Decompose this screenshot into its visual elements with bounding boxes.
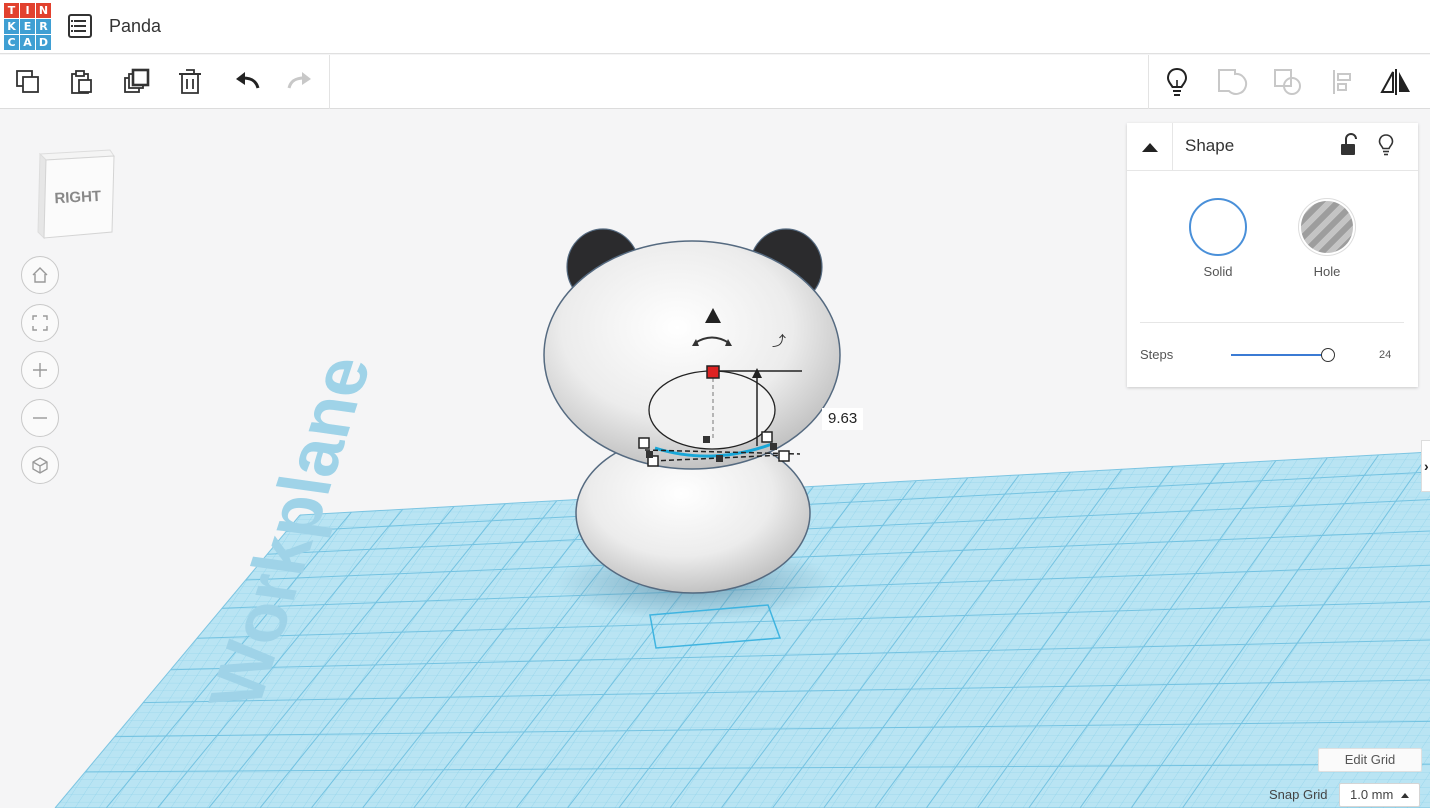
solid-option[interactable]: [1189, 198, 1247, 256]
toolbar: [0, 55, 1430, 109]
logo-letter: D: [36, 35, 51, 50]
ungroup-icon[interactable]: [1270, 64, 1306, 100]
logo-letter: R: [36, 19, 51, 34]
home-view-icon[interactable]: [21, 256, 59, 294]
logo-letter: N: [36, 3, 51, 18]
panel-title: Shape: [1185, 136, 1235, 155]
logo-letter: A: [20, 35, 35, 50]
logo-letter: C: [4, 35, 19, 50]
visibility-lightbulb-icon[interactable]: [1377, 133, 1395, 157]
height-dimension-input[interactable]: 9.63: [822, 408, 864, 430]
design-title[interactable]: Panda: [109, 16, 161, 37]
caret-up-icon: [1401, 793, 1409, 798]
view-cube[interactable]: RIGHT: [36, 146, 116, 242]
logo-letter: I: [20, 3, 35, 18]
solid-label: Solid: [1203, 264, 1233, 279]
view-cube-face-label: RIGHT: [54, 188, 101, 207]
logo-letter: T: [4, 3, 19, 18]
lock-icon[interactable]: [1339, 133, 1359, 157]
steps-label: Steps: [1140, 347, 1174, 362]
undo-icon[interactable]: [229, 64, 265, 100]
designs-list-button[interactable]: [68, 14, 92, 38]
logo-letter: K: [4, 19, 19, 34]
top-bar: TIN KER CAD Panda: [0, 0, 1430, 54]
steps-value[interactable]: 24: [1379, 349, 1391, 361]
logo-letter: E: [20, 19, 35, 34]
steps-slider-handle[interactable]: [1321, 348, 1335, 362]
steps-slider-track[interactable]: [1231, 354, 1325, 356]
collapse-panel-button[interactable]: [1127, 123, 1173, 171]
snap-grid-select[interactable]: 1.0 mm: [1339, 783, 1420, 807]
zoom-out-icon[interactable]: [21, 399, 59, 437]
fit-view-icon[interactable]: [21, 304, 59, 342]
duplicate-icon[interactable]: [118, 64, 154, 100]
hole-label: Hole: [1313, 264, 1341, 279]
snap-grid-value: 1.0 mm: [1350, 787, 1394, 802]
svg-text:⤴: ⤴: [772, 334, 786, 350]
hole-option[interactable]: [1301, 201, 1353, 253]
snap-grid-label: Snap Grid: [1269, 787, 1328, 802]
panda-snout[interactable]: [648, 370, 776, 450]
edit-tools: [0, 55, 330, 109]
chevron-up-icon: [1141, 143, 1158, 152]
redo-icon[interactable]: [282, 64, 318, 100]
side-panel-toggle[interactable]: ›: [1421, 440, 1430, 492]
panel-header: Shape: [1127, 123, 1418, 171]
perspective-icon[interactable]: [21, 446, 59, 484]
align-icon[interactable]: [1325, 64, 1361, 100]
mirror-icon[interactable]: [1378, 64, 1414, 100]
edit-grid-button[interactable]: Edit Grid: [1318, 748, 1422, 772]
group-icon[interactable]: [1214, 64, 1250, 100]
copy-icon[interactable]: [10, 64, 46, 100]
shape-inspector-panel: Shape Solid Hole Steps 24: [1127, 123, 1418, 387]
tinkercad-logo[interactable]: TIN KER CAD: [4, 3, 52, 51]
lightbulb-icon[interactable]: [1159, 64, 1195, 100]
delete-icon[interactable]: [172, 64, 208, 100]
paste-icon[interactable]: [63, 64, 99, 100]
zoom-in-icon[interactable]: [21, 351, 59, 389]
